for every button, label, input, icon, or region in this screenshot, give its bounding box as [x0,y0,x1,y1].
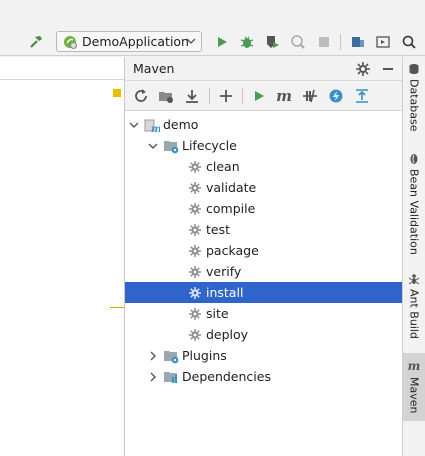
tree-node-dependencies[interactable]: Dependencies [125,366,402,387]
svg-text:m: m [151,124,160,133]
maven-toolbar: m [125,81,402,111]
run-config-label: DemoApplication [82,34,189,49]
tree-node-root[interactable]: m demo [125,114,402,135]
tab-label: Maven [407,377,421,414]
lifecycle-goal[interactable]: package [125,240,402,261]
run-icon[interactable] [212,32,232,52]
main-toolbar: DemoApplication [0,28,425,56]
gear-icon [188,202,202,216]
lifecycle-goal-selected[interactable]: install [125,282,402,303]
warning-marker[interactable] [113,89,121,97]
tree-node-plugins[interactable]: Plugins [125,345,402,366]
tree-node-lifecycle[interactable]: Lifecycle [125,135,402,156]
lifecycle-goal[interactable]: verify [125,261,402,282]
profiler-icon[interactable] [288,32,308,52]
show-dependencies-icon[interactable] [352,86,372,106]
gear-icon [188,286,202,300]
database-icon [408,63,420,75]
lifecycle-goal[interactable]: site [125,303,402,324]
goal-label: validate [206,180,257,195]
goal-label: verify [206,264,242,279]
bean-icon [408,153,420,165]
lifecycle-goal[interactable]: validate [125,177,402,198]
goal-label: site [206,306,229,321]
gear-icon [188,160,202,174]
goal-label: package [206,243,259,258]
lifecycle-goal[interactable]: compile [125,198,402,219]
maven-module-icon: m [144,117,160,133]
ant-icon [408,273,420,285]
tab-database[interactable]: Database [403,63,425,143]
download-icon[interactable] [182,86,202,106]
run-configuration-select[interactable]: DemoApplication [56,31,202,52]
run-anything-icon[interactable] [373,32,393,52]
gear-icon [188,181,202,195]
chevron-down-icon[interactable] [147,140,159,152]
coverage-icon[interactable] [262,32,282,52]
tree-node-label: Plugins [182,348,227,363]
reload-icon[interactable] [131,86,151,106]
tree-node-label: demo [163,117,199,132]
caret-line-marker [110,307,124,308]
maven-panel-title: Maven [133,61,175,76]
gear-icon [188,307,202,321]
lifecycle-goal[interactable]: clean [125,156,402,177]
goal-label: test [206,222,231,237]
hammer-icon[interactable] [26,32,46,52]
stop-icon[interactable] [314,32,334,52]
gear-icon [188,244,202,258]
tab-maven[interactable]: m Maven [403,353,425,421]
execute-goal-icon[interactable]: m [274,86,294,106]
add-icon[interactable] [216,86,236,106]
goal-label: deploy [206,327,249,342]
tree-node-label: Dependencies [182,369,271,384]
lifecycle-goal[interactable]: deploy [125,324,402,345]
generate-sources-icon[interactable] [156,86,176,106]
toggle-offline-icon[interactable] [300,86,320,106]
tab-ant-build[interactable]: Ant Build [403,273,425,345]
plugins-folder-icon [163,348,179,364]
maven-icon: m [407,359,421,373]
project-structure-icon[interactable] [348,32,368,52]
maven-panel-header: Maven [125,57,402,81]
editor-area[interactable] [0,57,124,456]
minimize-icon[interactable] [381,62,395,79]
run-icon[interactable] [249,86,269,106]
gear-icon [188,328,202,342]
goal-label: clean [206,159,240,174]
tab-label: Database [407,79,421,132]
tree-node-label: Lifecycle [182,138,237,153]
gear-icon [188,223,202,237]
chevron-right-icon[interactable] [147,371,159,383]
skip-tests-icon[interactable] [326,86,346,106]
spring-boot-icon [62,34,78,50]
lifecycle-goal[interactable]: test [125,219,402,240]
chevron-right-icon[interactable] [147,350,159,362]
goal-label: compile [206,201,256,216]
debug-icon[interactable] [237,32,257,52]
lifecycle-folder-icon [163,138,179,154]
right-tool-window-bar: Database Bean Validation Ant Build m Mav… [402,57,425,456]
maven-tool-window: Maven m demo Lifecycle clean validate co… [124,57,402,456]
tab-bean-validation[interactable]: Bean Validation [403,153,425,261]
chevron-down-icon [185,35,197,50]
tab-label: Bean Validation [407,169,421,255]
gear-icon [188,265,202,279]
tab-label: Ant Build [407,289,421,339]
toolbar-separator [242,88,243,104]
title-area [0,0,425,28]
dependencies-folder-icon [163,369,179,385]
goal-label: install [206,285,244,300]
gear-icon[interactable] [355,61,371,80]
toolbar-separator [340,34,341,50]
search-icon[interactable] [399,32,419,52]
editor-tab-divider [0,79,124,80]
chevron-down-icon[interactable] [128,119,140,131]
toolbar-separator [209,88,210,104]
